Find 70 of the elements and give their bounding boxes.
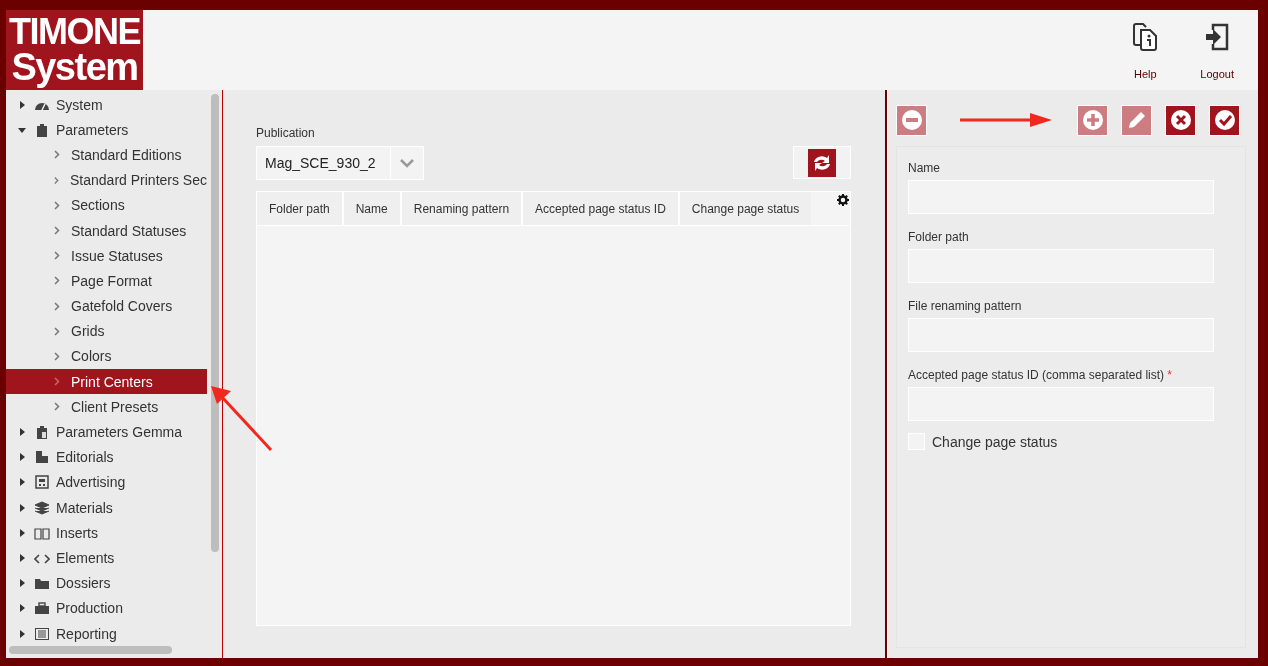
field-label: Name bbox=[908, 161, 940, 175]
settings-icon[interactable] bbox=[837, 194, 849, 206]
tree-item[interactable]: Production bbox=[6, 595, 207, 621]
column-header[interactable]: Renaming pattern bbox=[401, 192, 524, 225]
tree-item[interactable]: Colors bbox=[6, 343, 207, 370]
refresh-icon bbox=[808, 148, 836, 177]
tree-item[interactable]: Advertising bbox=[6, 469, 207, 495]
close-icon bbox=[1169, 109, 1192, 131]
tree-item[interactable]: Print Centers bbox=[6, 369, 207, 395]
field-label: File renaming pattern bbox=[908, 299, 1022, 313]
tree-item[interactable]: Inserts bbox=[6, 520, 207, 546]
chevron-right-icon bbox=[54, 402, 60, 412]
cancel-button[interactable] bbox=[1165, 104, 1196, 136]
tree-item[interactable]: Reporting bbox=[6, 620, 207, 647]
plus-icon bbox=[1081, 109, 1104, 131]
field-label: Publication bbox=[256, 126, 315, 140]
tree-item[interactable]: Page Format bbox=[6, 268, 207, 294]
folder-icon bbox=[34, 576, 50, 591]
tree-item[interactable]: Elements bbox=[6, 545, 207, 571]
confirm-button[interactable] bbox=[1209, 104, 1240, 136]
tree-item[interactable]: Editorials bbox=[6, 444, 207, 470]
chevron-right-icon bbox=[54, 377, 60, 387]
logo: TIMONE System bbox=[6, 10, 143, 90]
field-label: Folder path bbox=[908, 230, 969, 244]
tree-item[interactable]: Grids bbox=[6, 318, 207, 344]
chevron-right-icon bbox=[54, 276, 60, 286]
doc-icon bbox=[34, 450, 50, 465]
tree-item[interactable]: Issue Statuses bbox=[6, 243, 207, 269]
chevron-right-icon bbox=[54, 226, 60, 236]
refresh-button[interactable] bbox=[793, 146, 851, 179]
publication-dropdown[interactable]: Mag_SCE_930_2 bbox=[256, 146, 424, 180]
chevron-right-icon bbox=[54, 351, 60, 361]
clipboard-icon bbox=[34, 122, 50, 137]
check-icon bbox=[1213, 109, 1236, 131]
tree-item[interactable]: Client Presets bbox=[6, 394, 207, 420]
tree-item[interactable]: Dossiers bbox=[6, 570, 207, 596]
tree-item[interactable]: Standard Printers Sec bbox=[6, 167, 207, 193]
help-icon bbox=[1132, 22, 1159, 52]
column-header[interactable]: Change page status bbox=[679, 192, 812, 225]
chevron-down-icon bbox=[399, 158, 414, 168]
chevron-right-icon bbox=[54, 251, 60, 261]
layers-icon bbox=[34, 500, 50, 515]
logout-icon bbox=[1204, 22, 1231, 52]
minus-icon bbox=[900, 109, 923, 131]
book-icon bbox=[34, 525, 50, 540]
caret-down-icon bbox=[18, 125, 28, 134]
column-header[interactable]: Accepted page status ID bbox=[523, 192, 680, 225]
briefcase-icon bbox=[34, 601, 50, 616]
field-label: Accepted page status ID (comma separated list) * bbox=[908, 368, 1172, 382]
chevron-right-icon bbox=[54, 326, 60, 336]
tree-item[interactable]: System bbox=[6, 92, 207, 118]
chevron-right-icon bbox=[54, 301, 60, 311]
vertical-scrollbar[interactable] bbox=[211, 94, 219, 552]
tree-item[interactable]: Gatefold Covers bbox=[6, 293, 207, 319]
chevron-right-icon bbox=[54, 150, 60, 160]
tree-item[interactable]: Parameters Gemma bbox=[6, 419, 207, 445]
change-page-status-checkbox[interactable]: Change page status bbox=[908, 433, 1058, 450]
horizontal-scrollbar[interactable] bbox=[9, 646, 172, 654]
tree-item[interactable]: Sections bbox=[6, 192, 207, 218]
list-icon bbox=[34, 626, 50, 641]
column-header[interactable]: Name bbox=[343, 192, 402, 225]
tree-item[interactable]: Materials bbox=[6, 495, 207, 521]
tree-item[interactable]: Standard Statuses bbox=[6, 217, 207, 244]
tree-item[interactable]: Parameters bbox=[6, 117, 207, 143]
tree-item[interactable]: Standard Editions bbox=[6, 142, 207, 168]
chevron-right-icon bbox=[54, 200, 60, 210]
help-button[interactable]: Help bbox=[1128, 10, 1163, 90]
column-header[interactable]: Folder path bbox=[257, 192, 344, 225]
chevron-right-icon bbox=[54, 175, 60, 185]
logout-button[interactable]: Logout bbox=[1196, 10, 1238, 90]
